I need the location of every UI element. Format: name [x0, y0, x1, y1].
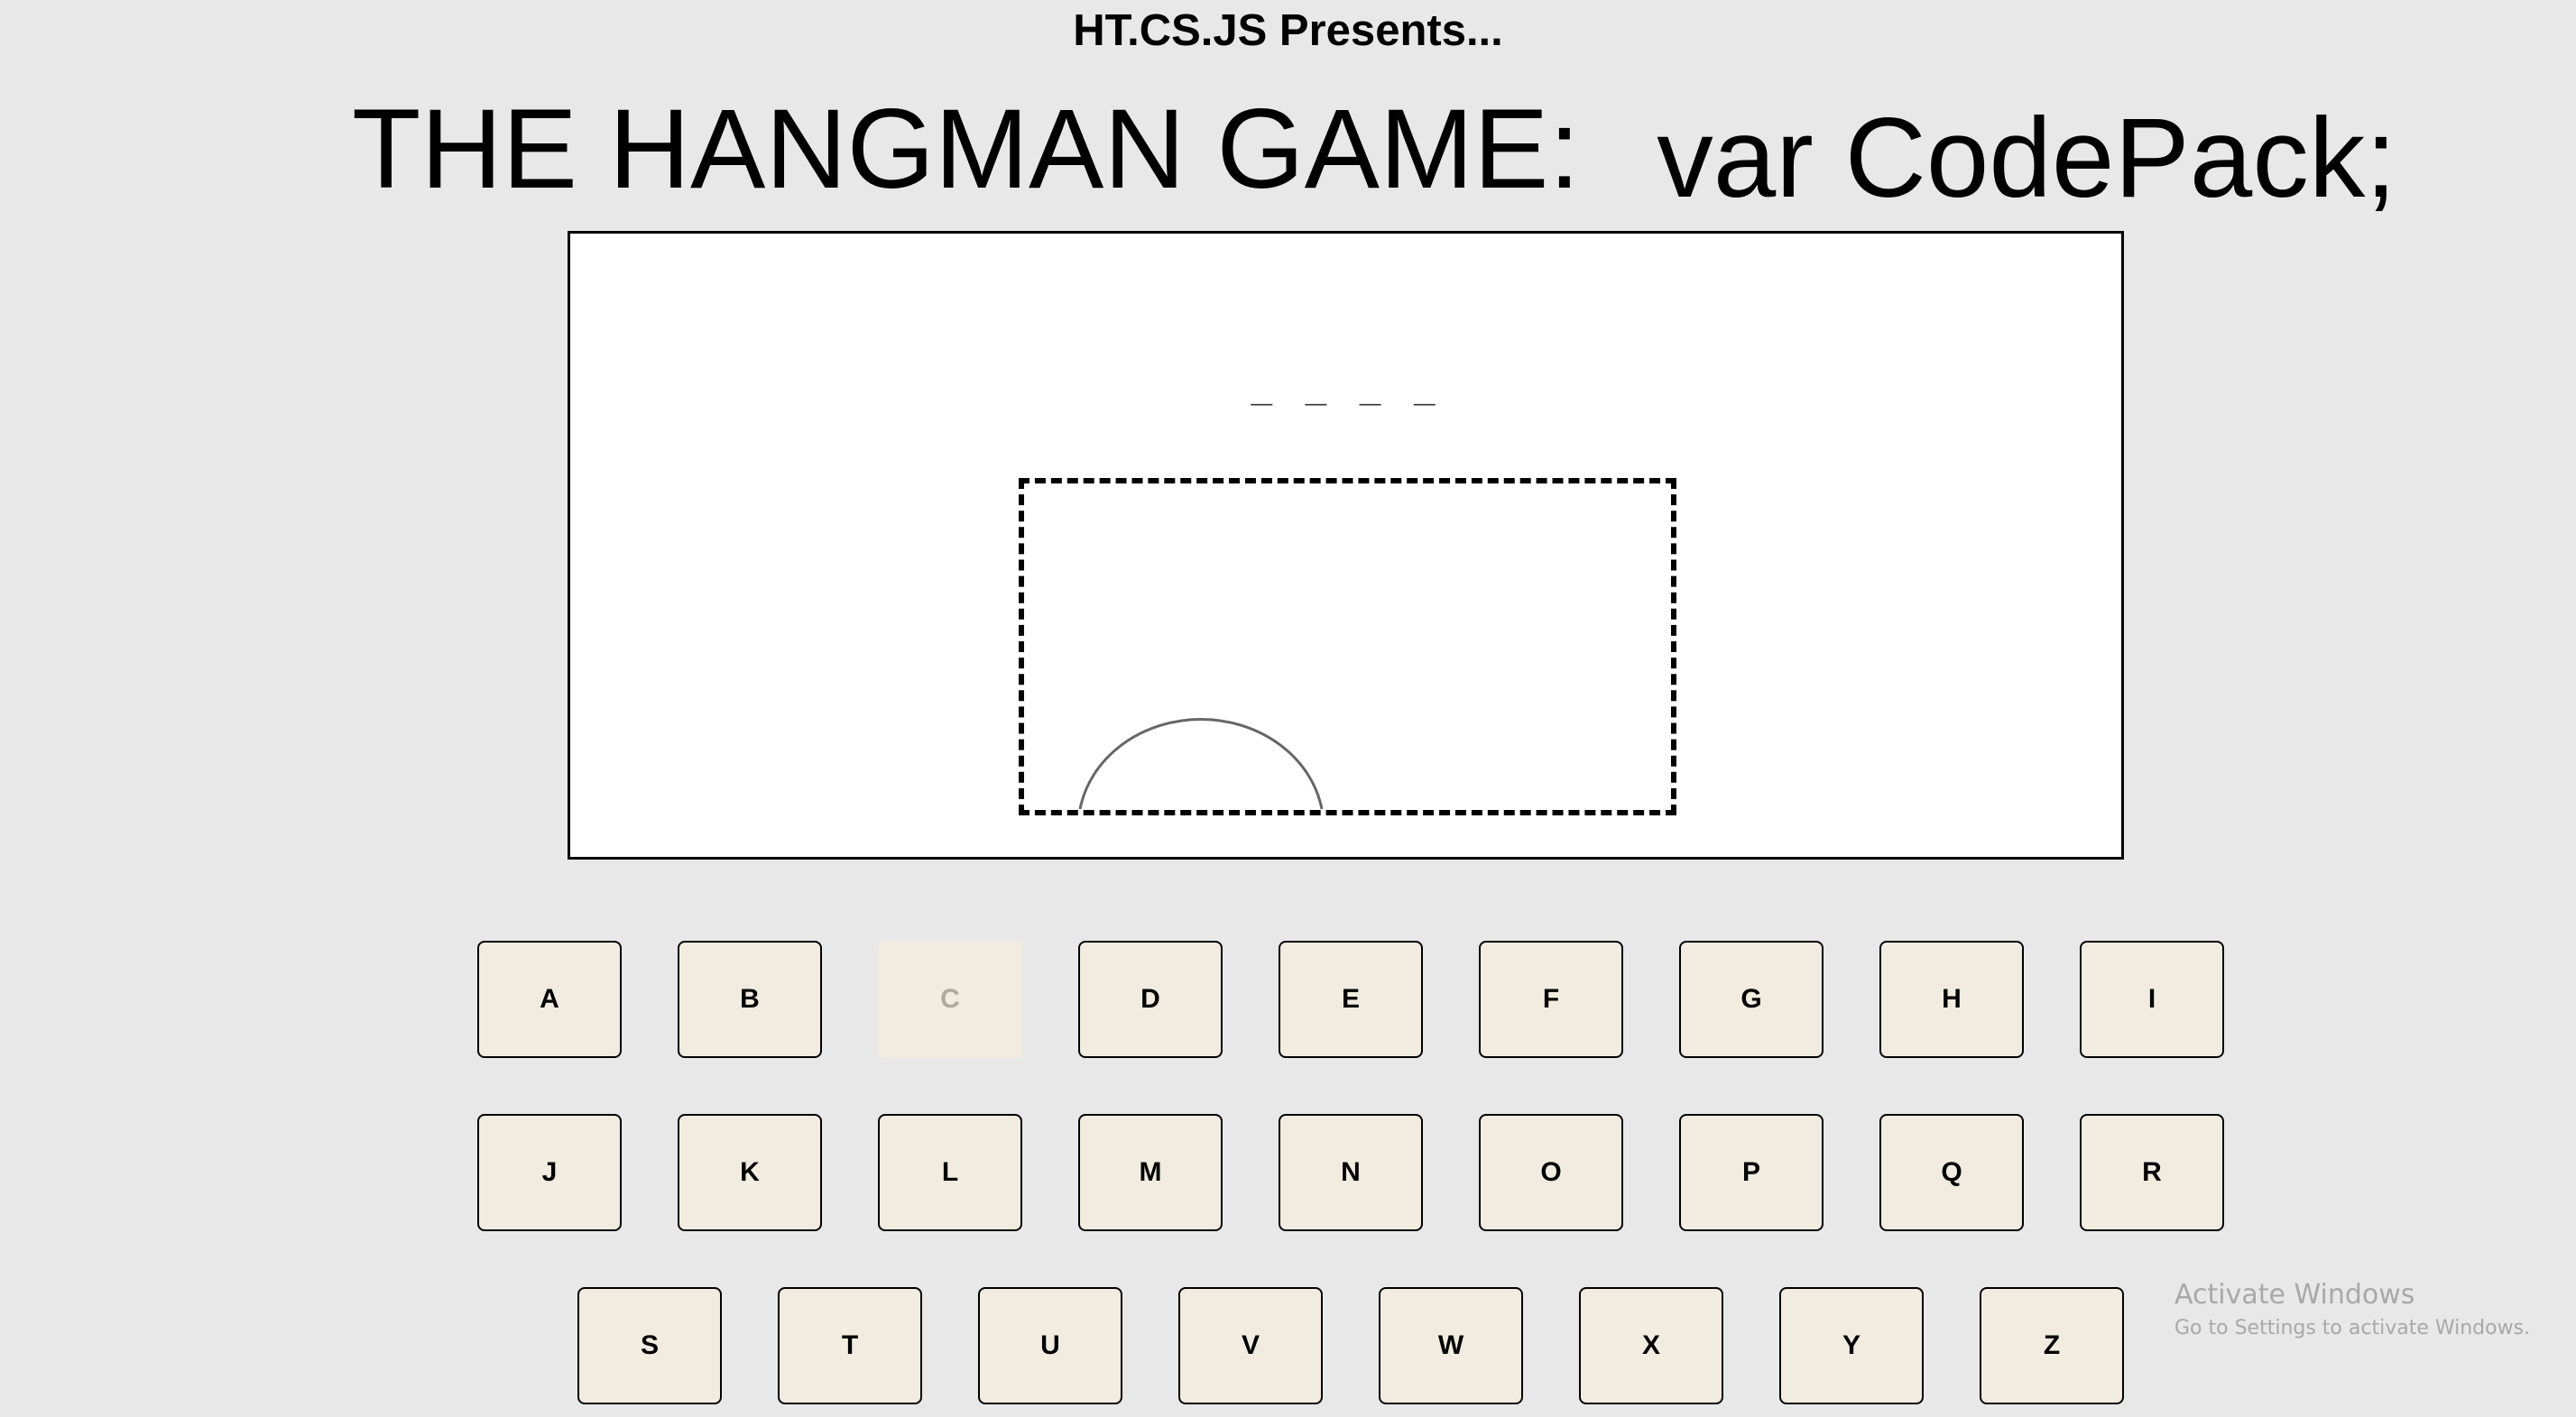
key-s-button[interactable]: S — [577, 1287, 722, 1404]
key-d-button[interactable]: D — [1078, 941, 1223, 1058]
key-y-button[interactable]: Y — [1779, 1287, 1924, 1404]
key-o-button[interactable]: O — [1479, 1114, 1623, 1231]
page-title: THE HANGMAN GAME: var CodePack; — [352, 87, 2396, 221]
key-v-button[interactable]: V — [1178, 1287, 1323, 1404]
key-r-button[interactable]: R — [2080, 1114, 2224, 1231]
game-board: _ _ _ _ — [568, 231, 2124, 860]
watermark-title: Activate Windows — [2174, 1279, 2415, 1311]
key-b-button[interactable]: B — [678, 941, 822, 1058]
key-l-button[interactable]: L — [878, 1114, 1022, 1231]
key-a-button[interactable]: A — [477, 941, 622, 1058]
hangman-drawing-area — [1019, 478, 1676, 815]
key-z-button[interactable]: Z — [1980, 1287, 2124, 1404]
key-c-button: C — [878, 941, 1022, 1058]
key-i-button[interactable]: I — [2080, 941, 2224, 1058]
key-f-button[interactable]: F — [1479, 941, 1623, 1058]
word-display: _ _ _ _ — [1251, 364, 1441, 406]
key-p-button[interactable]: P — [1679, 1114, 1824, 1231]
game-title: THE HANGMAN GAME: — [352, 87, 1581, 212]
key-j-button[interactable]: J — [477, 1114, 622, 1231]
key-u-button[interactable]: U — [978, 1287, 1122, 1404]
key-g-button[interactable]: G — [1679, 941, 1824, 1058]
key-w-button[interactable]: W — [1379, 1287, 1523, 1404]
key-m-button[interactable]: M — [1078, 1114, 1223, 1231]
watermark-subtitle: Go to Settings to activate Windows. — [2174, 1317, 2531, 1339]
hangman-canvas — [1078, 718, 1324, 810]
key-e-button[interactable]: E — [1279, 941, 1423, 1058]
windows-activation-watermark: Activate Windows Go to Settings to activ… — [2174, 1277, 2530, 1344]
key-q-button[interactable]: Q — [1879, 1114, 2024, 1231]
key-t-button[interactable]: T — [778, 1287, 922, 1404]
key-x-button[interactable]: X — [1579, 1287, 1723, 1404]
gallows-base-mound — [1078, 718, 1324, 810]
key-k-button[interactable]: K — [678, 1114, 822, 1231]
presents-heading: HT.CS.JS Presents... — [1073, 6, 1503, 55]
key-n-button[interactable]: N — [1279, 1114, 1423, 1231]
key-h-button[interactable]: H — [1879, 941, 2024, 1058]
game-subtitle: var CodePack; — [1657, 96, 2397, 221]
